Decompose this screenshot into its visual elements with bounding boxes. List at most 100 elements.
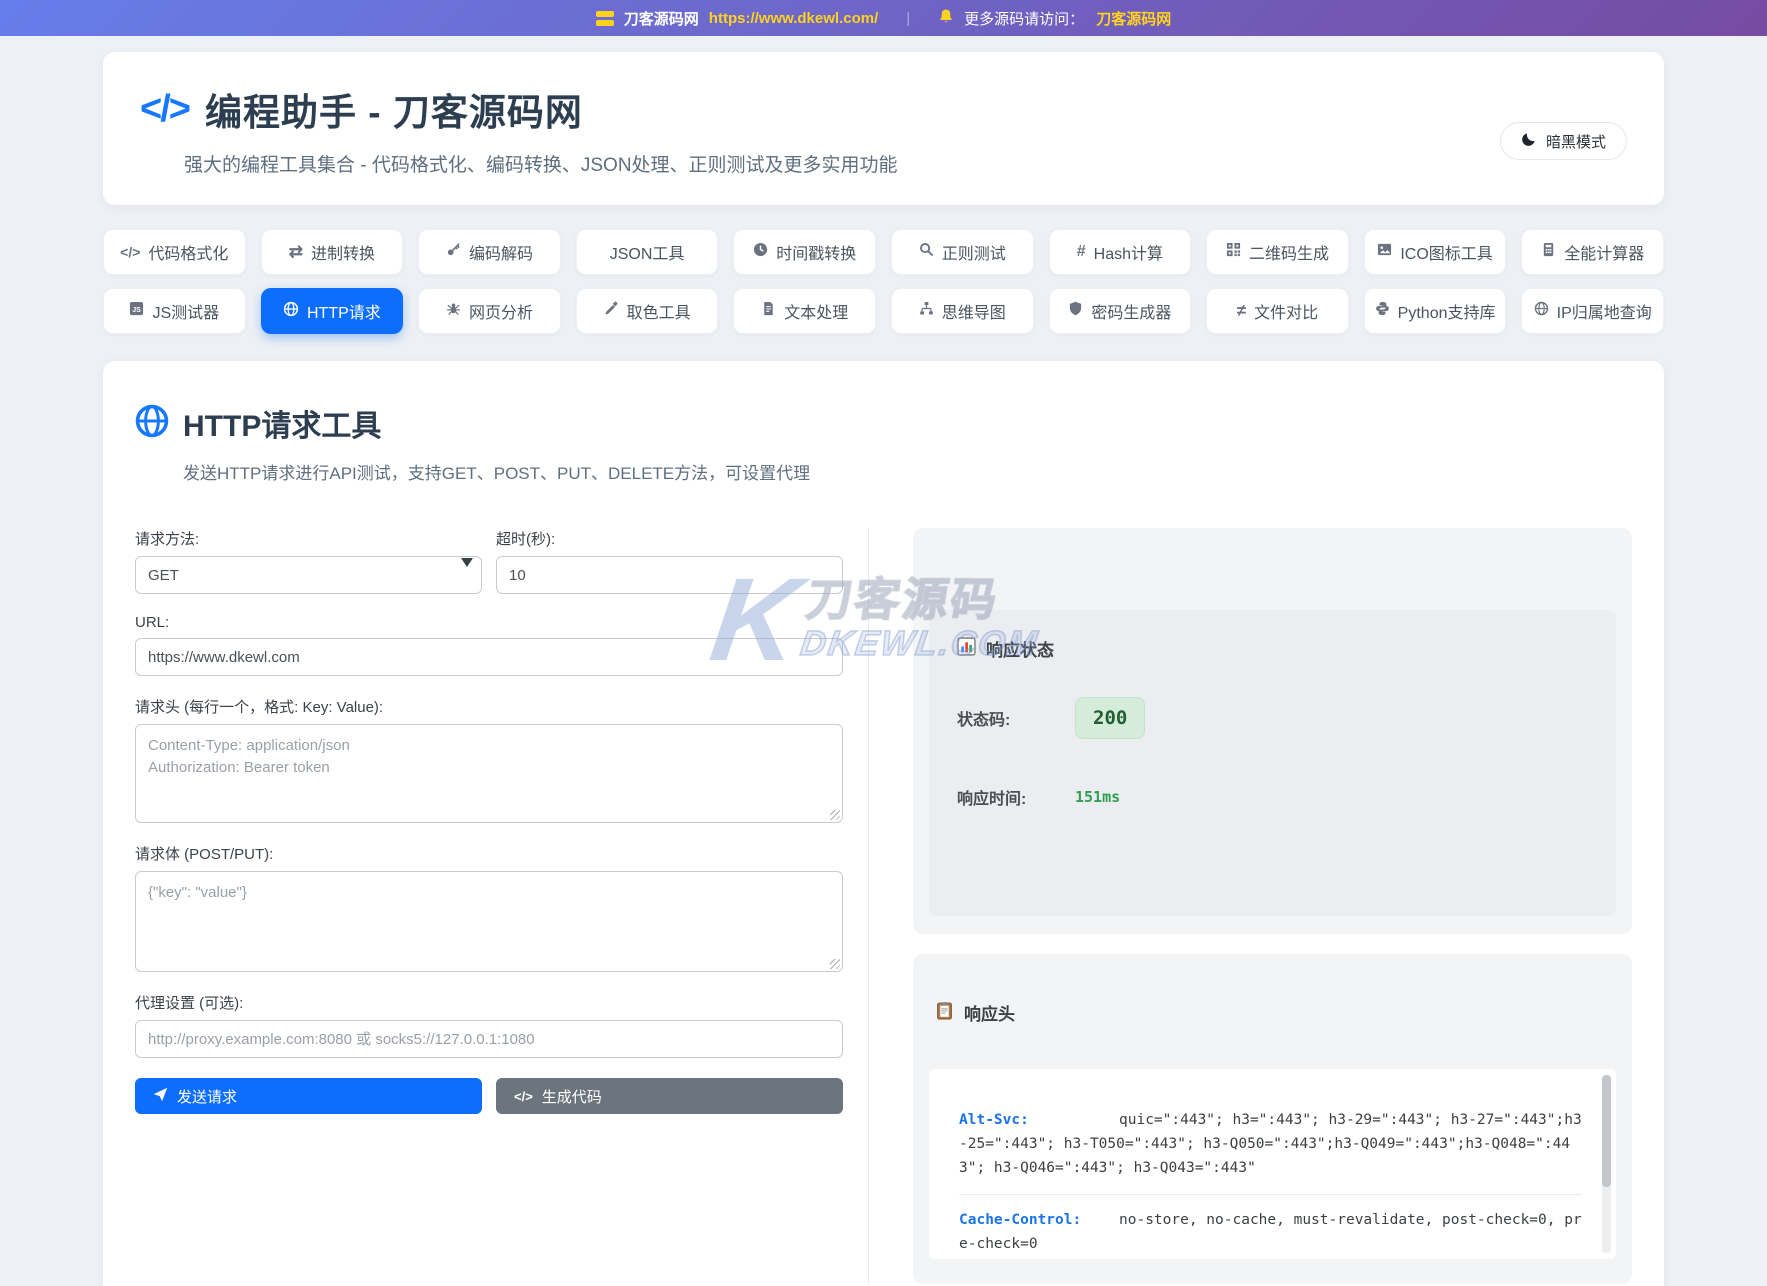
- topbar-more-text: 更多源码请访问：: [964, 10, 1085, 28]
- response-headers-card: 响应头 Alt-Svc: quic=":443"; h3=":443"; h3-2…: [913, 954, 1632, 1284]
- send-request-button[interactable]: 发送请求: [135, 1078, 482, 1114]
- tab-regex-tester[interactable]: 正则测试: [891, 229, 1034, 275]
- code-icon: </>: [120, 244, 141, 260]
- tab-password-generator[interactable]: 密码生成器: [1048, 288, 1192, 334]
- topbar-more-link[interactable]: 刀客源码网: [1096, 8, 1171, 29]
- tab-file-diff[interactable]: ≠ 文件对比: [1206, 288, 1349, 334]
- header-name: Cache-Control:: [959, 1212, 1082, 1228]
- tab-label: 进制转换: [311, 246, 376, 263]
- tab-http-request[interactable]: HTTP请求: [260, 288, 404, 334]
- header-row: Cache-Control: no-store, no-cache, must-r…: [959, 1195, 1582, 1259]
- request-headers-textarea[interactable]: [135, 724, 843, 823]
- http-tool-panel: K 刀客源码 DKEWL.COM HTTP请求工具 发送HTTP请求进行API测…: [103, 361, 1664, 1286]
- request-form: 请求方法: GET 超时(秒): URL:: [135, 528, 843, 1284]
- globe-icon: [283, 301, 299, 322]
- send-request-label: 发送请求: [177, 1088, 238, 1106]
- response-time-label: 响应时间:: [957, 791, 1027, 808]
- tab-ico-tools[interactable]: ICO图标工具: [1363, 229, 1507, 275]
- generate-code-button[interactable]: </> 生成代码: [496, 1078, 843, 1114]
- response-headers-title: 响应头: [964, 1005, 1015, 1024]
- response-status-title: 响应状态: [986, 641, 1054, 660]
- response-panel: 响应状态 状态码: 200 响应时间: 151ms 响应头 Alt-Svc: q…: [913, 528, 1632, 1284]
- request-body-textarea[interactable]: [135, 871, 843, 972]
- page-header: </> 编程助手 - 刀客源码网 强大的编程工具集合 - 代码格式化、编码转换、…: [103, 52, 1664, 205]
- qrcode-icon: [1226, 242, 1241, 262]
- timeout-input[interactable]: [496, 556, 843, 594]
- tab-label: 全能计算器: [1564, 246, 1645, 263]
- clock-icon: [753, 242, 768, 262]
- tab-label: Hash计算: [1093, 246, 1164, 263]
- tab-encode-decode[interactable]: 编码解码: [418, 229, 561, 275]
- tab-label: ICO图标工具: [1400, 246, 1493, 263]
- key-icon: [446, 242, 461, 262]
- stack-icon: [595, 10, 614, 26]
- method-select[interactable]: GET: [135, 556, 482, 594]
- tab-js-tester[interactable]: JS JS测试器: [103, 288, 246, 334]
- tool-title: HTTP请求工具: [183, 410, 382, 443]
- scrollbar-track[interactable]: [1602, 1075, 1611, 1253]
- moon-icon: [1521, 131, 1537, 151]
- column-divider: [868, 528, 869, 1284]
- tab-json-tools[interactable]: JSON工具: [575, 229, 719, 275]
- tab-label: JS测试器: [152, 305, 220, 322]
- tab-label: 编码解码: [468, 246, 533, 263]
- status-code-label: 状态码:: [957, 712, 1011, 729]
- topbar-divider: |: [906, 9, 911, 27]
- code-logo-icon: </>: [140, 87, 191, 130]
- header-name: Alt-Svc:: [959, 1112, 1029, 1128]
- tab-label: 密码生成器: [1091, 305, 1172, 322]
- tab-ip-lookup[interactable]: IP归属地查询: [1521, 288, 1664, 334]
- tab-hash-calculator[interactable]: # Hash计算: [1048, 229, 1192, 275]
- tab-code-formatter[interactable]: </> 代码格式化: [103, 229, 246, 275]
- tab-qrcode-generator[interactable]: 二维码生成: [1206, 229, 1349, 275]
- response-status-card: 响应状态 状态码: 200 响应时间: 151ms: [913, 528, 1632, 934]
- tab-timestamp-converter[interactable]: 时间戳转换: [733, 229, 876, 275]
- python-icon: [1375, 301, 1390, 321]
- tab-base-converter[interactable]: ⇄ 进制转换: [260, 229, 404, 275]
- request-body-label: 请求体 (POST/PUT):: [135, 846, 274, 863]
- timeout-label: 超时(秒):: [496, 531, 556, 548]
- image-icon: [1377, 242, 1392, 262]
- globe-gray-icon: [1534, 301, 1549, 321]
- url-label: URL:: [135, 614, 170, 631]
- header-row: Alt-Svc: quic=":443"; h3=":443"; h3-29=":…: [959, 1095, 1582, 1195]
- tool-description: 发送HTTP请求进行API测试，支持GET、POST、PUT、DELETE方法，…: [183, 464, 811, 483]
- tab-mind-map[interactable]: 思维导图: [891, 288, 1034, 334]
- proxy-label: 代理设置 (可选):: [135, 995, 244, 1012]
- globe-blue-icon: [135, 404, 169, 443]
- paper-plane-icon: [153, 1087, 168, 1106]
- scrollbar-thumb[interactable]: [1602, 1075, 1611, 1187]
- spider-icon: [446, 301, 461, 321]
- tab-label: IP归属地查询: [1556, 305, 1652, 322]
- topbar-site-url-link[interactable]: https://www.dkewl.com/: [709, 10, 878, 27]
- tab-label: 网页分析: [468, 305, 533, 322]
- tab-color-picker[interactable]: 取色工具: [575, 288, 719, 334]
- search-icon: [919, 242, 934, 262]
- response-time-value: 151ms: [1075, 788, 1121, 806]
- clipboard-icon: [935, 1001, 954, 1025]
- tab-python-library[interactable]: Python支持库: [1363, 288, 1507, 334]
- tab-label: 思维导图: [941, 305, 1006, 322]
- file-text-icon: [761, 301, 776, 321]
- response-headers-list[interactable]: Alt-Svc: quic=":443"; h3=":443"; h3-29=":…: [929, 1069, 1616, 1259]
- tab-label: 二维码生成: [1248, 246, 1329, 263]
- proxy-input[interactable]: [135, 1020, 843, 1058]
- tab-label: JSON工具: [609, 246, 685, 263]
- tab-label: 文本处理: [784, 305, 849, 322]
- exchange-icon: ⇄: [288, 242, 303, 261]
- tab-label: 取色工具: [626, 305, 691, 322]
- js-icon: JS: [129, 301, 144, 321]
- tab-label: 代码格式化: [148, 246, 229, 263]
- svg-text:JS: JS: [133, 307, 142, 314]
- tab-label: Python支持库: [1397, 305, 1496, 322]
- tab-calculator[interactable]: 全能计算器: [1521, 229, 1664, 275]
- tab-text-processor[interactable]: 文本处理: [733, 288, 876, 334]
- dark-mode-label: 暗黑模式: [1545, 133, 1606, 151]
- topbar-site-name: 刀客源码网: [623, 10, 699, 28]
- hash-icon: #: [1076, 243, 1086, 260]
- url-input[interactable]: [135, 638, 843, 676]
- tab-webpage-analyzer[interactable]: 网页分析: [418, 288, 561, 334]
- tool-tabs: </> 代码格式化 ⇄ 进制转换 编码解码 JSON工具 时间戳转换 正则测试: [103, 229, 1664, 334]
- method-label: 请求方法:: [135, 531, 200, 548]
- dark-mode-button[interactable]: 暗黑模式: [1499, 122, 1627, 160]
